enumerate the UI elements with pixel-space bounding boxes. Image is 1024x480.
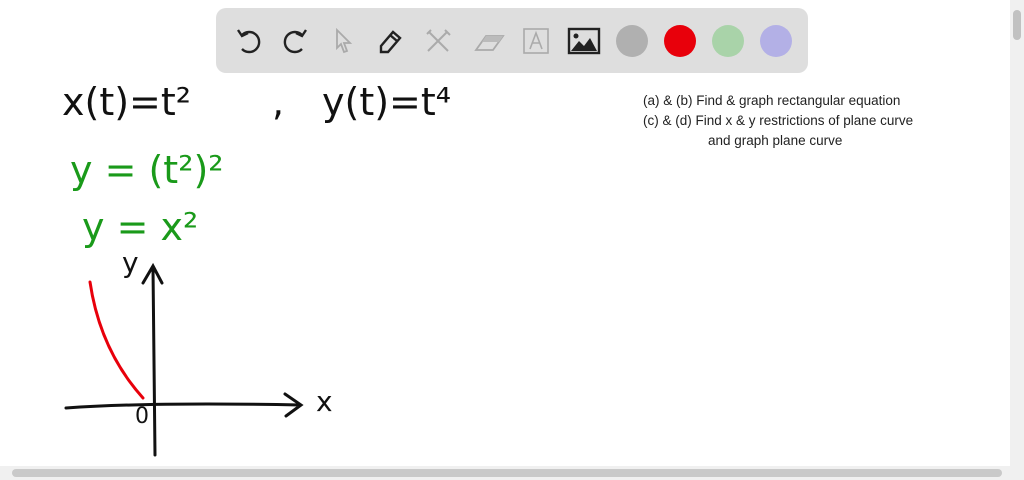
x-axis-label: x: [316, 385, 333, 418]
vertical-scrollbar[interactable]: [1010, 0, 1024, 466]
horizontal-scroll-thumb[interactable]: [12, 469, 1002, 477]
x-axis: [64, 392, 304, 418]
red-curve: [88, 280, 145, 400]
y-axis-label: y: [122, 246, 139, 279]
origin-label: 0: [135, 404, 149, 429]
graph-sketch: [64, 262, 304, 457]
horizontal-scrollbar[interactable]: [0, 466, 1024, 480]
vertical-scroll-thumb[interactable]: [1013, 10, 1021, 40]
